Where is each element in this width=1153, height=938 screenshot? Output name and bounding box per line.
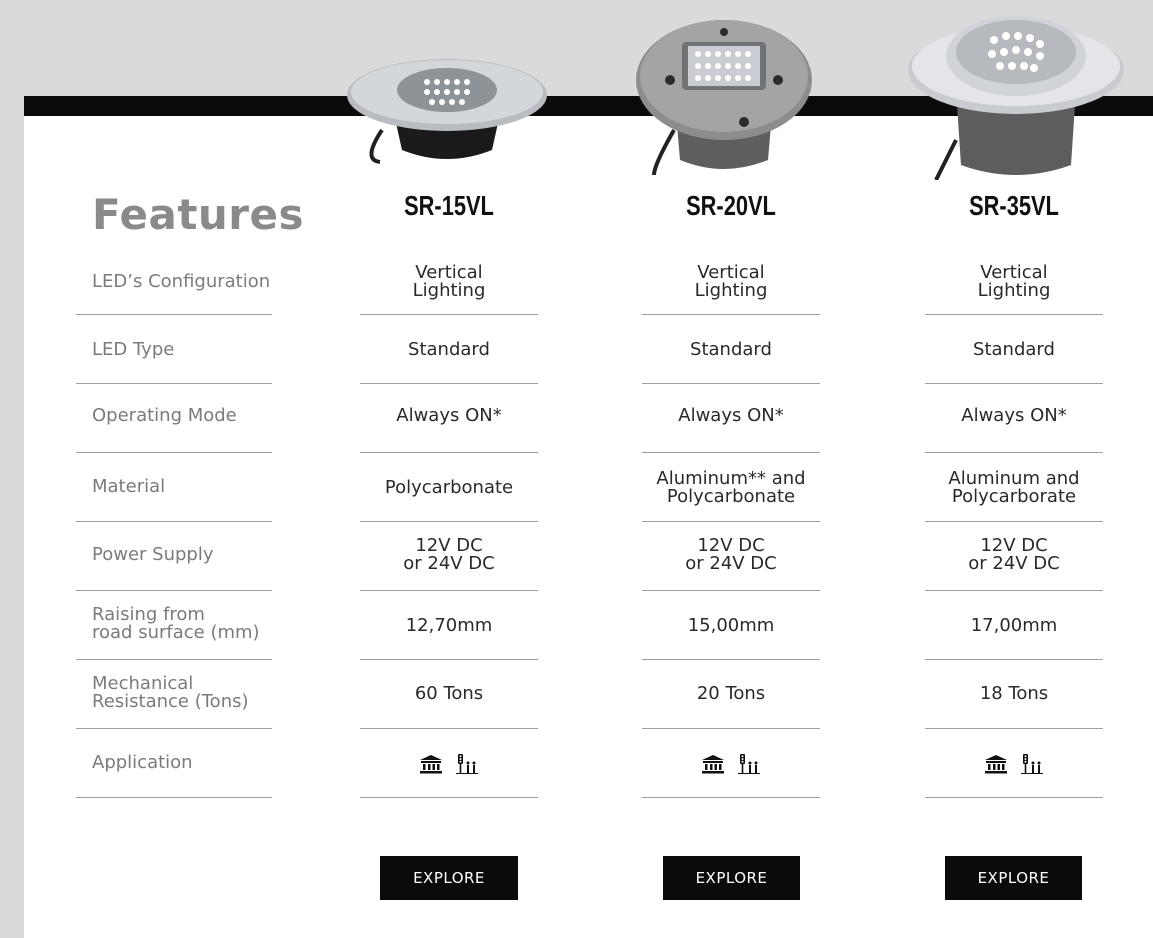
divider — [925, 797, 1103, 798]
sr35vl-mode: Always ON* — [961, 405, 1067, 426]
divider — [76, 797, 272, 798]
divider — [76, 383, 272, 384]
sr15vl-material: Polycarbonate — [384, 477, 514, 498]
divider — [642, 383, 820, 384]
feature-label-material: Material — [92, 476, 166, 497]
divider — [925, 452, 1103, 453]
divider — [76, 659, 272, 660]
divider — [642, 452, 820, 453]
features-title: Features — [92, 190, 304, 239]
divider — [360, 383, 538, 384]
divider — [925, 659, 1103, 660]
divider — [360, 728, 538, 729]
divider — [76, 590, 272, 591]
explore-button-sr15vl[interactable]: EXPLORE — [380, 856, 518, 900]
product-image-sr20vl[interactable] — [634, 10, 814, 175]
sr15vl-led-type: Standard — [408, 339, 490, 360]
divider — [360, 452, 538, 453]
divider — [76, 314, 272, 315]
product-image-sr15vl[interactable] — [342, 50, 552, 165]
divider — [360, 590, 538, 591]
product-image-sr35vl[interactable] — [906, 0, 1126, 180]
museum-icon — [420, 754, 443, 773]
sr35vl-raising: 17,00mm — [970, 615, 1058, 636]
model-name-sr20vl: SR-20VL — [686, 190, 776, 221]
sr15vl-resistance: 60 Tons — [414, 683, 484, 704]
divider — [642, 728, 820, 729]
sr20vl-resistance: 20 Tons — [696, 683, 766, 704]
sr15vl-power: 12V DC or 24V DC — [403, 535, 495, 574]
divider — [642, 797, 820, 798]
sr20vl-raising: 15,00mm — [687, 615, 775, 636]
sr35vl-power: 12V DC or 24V DC — [968, 535, 1060, 574]
feature-label-application: Application — [92, 752, 193, 773]
sr20vl-application — [642, 753, 820, 775]
museum-icon — [702, 754, 725, 773]
feature-label-led-configuration: LED’s Configuration — [92, 271, 271, 292]
divider — [925, 314, 1103, 315]
feature-label-mechanical-resistance: Mechanical Resistance (Tons) — [92, 673, 249, 712]
sr35vl-config: Vertical Lighting — [977, 262, 1051, 301]
sr15vl-raising: 12,70mm — [405, 615, 493, 636]
divider — [925, 590, 1103, 591]
divider — [642, 314, 820, 315]
divider — [360, 314, 538, 315]
sr35vl-material: Aluminum and Polycarborate — [948, 468, 1080, 507]
sr20vl-mode: Always ON* — [678, 405, 784, 426]
feature-label-raising: Raising from road surface (mm) — [92, 604, 260, 643]
comparison-card — [24, 116, 1153, 938]
sr20vl-config: Vertical Lighting — [694, 262, 768, 301]
model-name-sr35vl: SR-35VL — [969, 190, 1059, 221]
divider — [360, 797, 538, 798]
divider — [76, 728, 272, 729]
sr35vl-application — [925, 753, 1103, 775]
feature-label-power-supply: Power Supply — [92, 544, 214, 565]
divider — [925, 383, 1103, 384]
sr15vl-application — [360, 753, 538, 775]
sr15vl-mode: Always ON* — [396, 405, 502, 426]
divider — [925, 728, 1103, 729]
sr35vl-led-type: Standard — [973, 339, 1055, 360]
divider — [360, 659, 538, 660]
traffic-pedestrian-icon — [455, 753, 478, 774]
divider — [642, 521, 820, 522]
traffic-pedestrian-icon — [1020, 753, 1043, 774]
explore-button-sr35vl[interactable]: EXPLORE — [945, 856, 1082, 900]
divider — [925, 521, 1103, 522]
museum-icon — [985, 754, 1008, 773]
divider — [360, 521, 538, 522]
sr15vl-config: Vertical Lighting — [412, 262, 486, 301]
sr20vl-led-type: Standard — [690, 339, 772, 360]
sr20vl-power: 12V DC or 24V DC — [685, 535, 777, 574]
divider — [642, 659, 820, 660]
sr20vl-material: Aluminum** and Polycarbonate — [656, 468, 806, 507]
divider — [76, 521, 272, 522]
feature-label-led-type: LED Type — [92, 339, 175, 360]
divider — [642, 590, 820, 591]
sr35vl-resistance: 18 Tons — [979, 683, 1049, 704]
divider — [76, 452, 272, 453]
feature-label-operating-mode: Operating Mode — [92, 405, 237, 426]
explore-button-sr20vl[interactable]: EXPLORE — [663, 856, 800, 900]
model-name-sr15vl: SR-15VL — [404, 190, 494, 221]
traffic-pedestrian-icon — [737, 753, 760, 774]
